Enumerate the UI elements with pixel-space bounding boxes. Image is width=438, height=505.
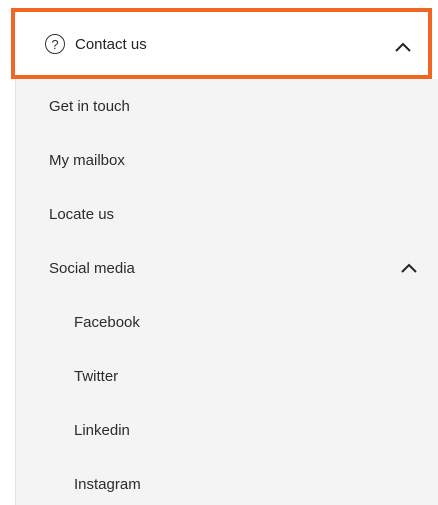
social-item-twitter[interactable]: Twitter [16, 349, 438, 403]
menu-item-get-in-touch[interactable]: Get in touch [16, 79, 438, 133]
contact-menu: ? Contact us Get in touch My mailbox Loc… [0, 0, 438, 505]
social-item-instagram[interactable]: Instagram [16, 457, 438, 505]
social-item-label: Facebook [74, 313, 140, 331]
social-item-label: Linkedin [74, 421, 130, 439]
menu-item-label: Get in touch [49, 97, 130, 115]
menu-item-social-media[interactable]: Social media [16, 241, 438, 295]
menu-item-label: My mailbox [49, 151, 125, 169]
contact-us-header[interactable]: ? Contact us [11, 8, 432, 79]
social-item-linkedin[interactable]: Linkedin [16, 403, 438, 457]
menu-item-my-mailbox[interactable]: My mailbox [16, 133, 438, 187]
help-circle-icon: ? [45, 34, 65, 54]
social-item-label: Twitter [74, 367, 119, 385]
contact-submenu: Get in touch My mailbox Locate us Social… [15, 79, 438, 505]
chevron-up-icon[interactable] [394, 41, 412, 53]
menu-item-label: Social media [49, 259, 135, 277]
menu-item-locate-us[interactable]: Locate us [16, 187, 438, 241]
social-item-label: Instagram [74, 475, 141, 493]
chevron-up-icon[interactable] [400, 262, 418, 274]
menu-item-label: Locate us [49, 205, 115, 223]
contact-us-label: Contact us [75, 36, 147, 53]
social-item-facebook[interactable]: Facebook [16, 295, 438, 349]
